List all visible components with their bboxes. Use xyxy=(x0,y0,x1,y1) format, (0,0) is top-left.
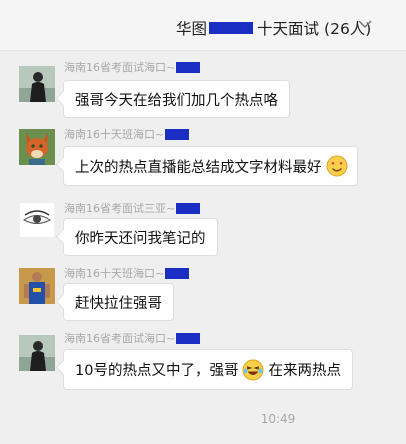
heart-eyes-emoji-icon xyxy=(326,155,347,177)
message-text: 赶快拉住强哥 xyxy=(75,295,162,312)
avatar[interactable] xyxy=(19,129,55,165)
person-dark-avatar xyxy=(19,335,55,371)
chevron-down-icon[interactable] xyxy=(357,16,373,32)
laughing-emoji-icon xyxy=(242,359,264,380)
redaction-block xyxy=(209,22,254,34)
message-bubble[interactable]: 10号的热点又中了，强哥 在来两热点 xyxy=(63,349,353,390)
message-text: 强哥今天在给我们加几个热点咯 xyxy=(75,92,278,109)
message-text-before: 10号的热点又中了，强哥 xyxy=(75,363,239,379)
message-text: 你昨天还问我笔记的 xyxy=(75,230,206,247)
chat-header: 华图 十天面试 (26人) xyxy=(0,0,406,51)
avatar[interactable] xyxy=(19,66,55,102)
avatar[interactable] xyxy=(19,268,55,304)
sender-name: 海南16省考面试三亚~ xyxy=(64,200,201,216)
message-bubble[interactable]: 上次的热点直播能总结成文字材料最好 xyxy=(63,146,358,186)
redaction-block xyxy=(165,128,190,140)
basketball-player-avatar xyxy=(19,268,55,304)
redaction-block xyxy=(176,202,201,214)
chat-title-suffix: 十天面试 xyxy=(257,20,320,38)
redaction-block xyxy=(176,332,201,344)
message-text: 上次的热点直播能总结成文字材料最好 xyxy=(75,159,322,176)
person-dark-avatar xyxy=(19,66,55,102)
message-bubble[interactable]: 强哥今天在给我们加几个热点咯 xyxy=(63,80,290,118)
fox-avatar xyxy=(19,129,55,165)
avatar[interactable] xyxy=(19,202,55,238)
sender-name: 海南16十天班海口~ xyxy=(64,126,190,142)
chat-title[interactable]: 华图 十天面试 (26人) xyxy=(176,17,371,39)
redaction-block xyxy=(176,61,201,73)
message-text-after: 在来两热点 xyxy=(268,363,341,379)
message-bubble[interactable]: 赶快拉住强哥 xyxy=(63,283,174,321)
message-timestamp: 10:49 xyxy=(260,412,296,426)
sender-name: 海南16省考面试海口~ xyxy=(64,59,201,75)
chat-title-prefix: 华图 xyxy=(176,20,208,38)
sender-name: 海南16省考面试海口~ xyxy=(64,330,201,346)
avatar[interactable] xyxy=(19,335,55,371)
redaction-block xyxy=(165,267,190,279)
message-bubble[interactable]: 你昨天还问我笔记的 xyxy=(63,218,218,256)
eye-avatar xyxy=(19,202,55,238)
sender-name: 海南16十天班海口~ xyxy=(64,265,190,281)
